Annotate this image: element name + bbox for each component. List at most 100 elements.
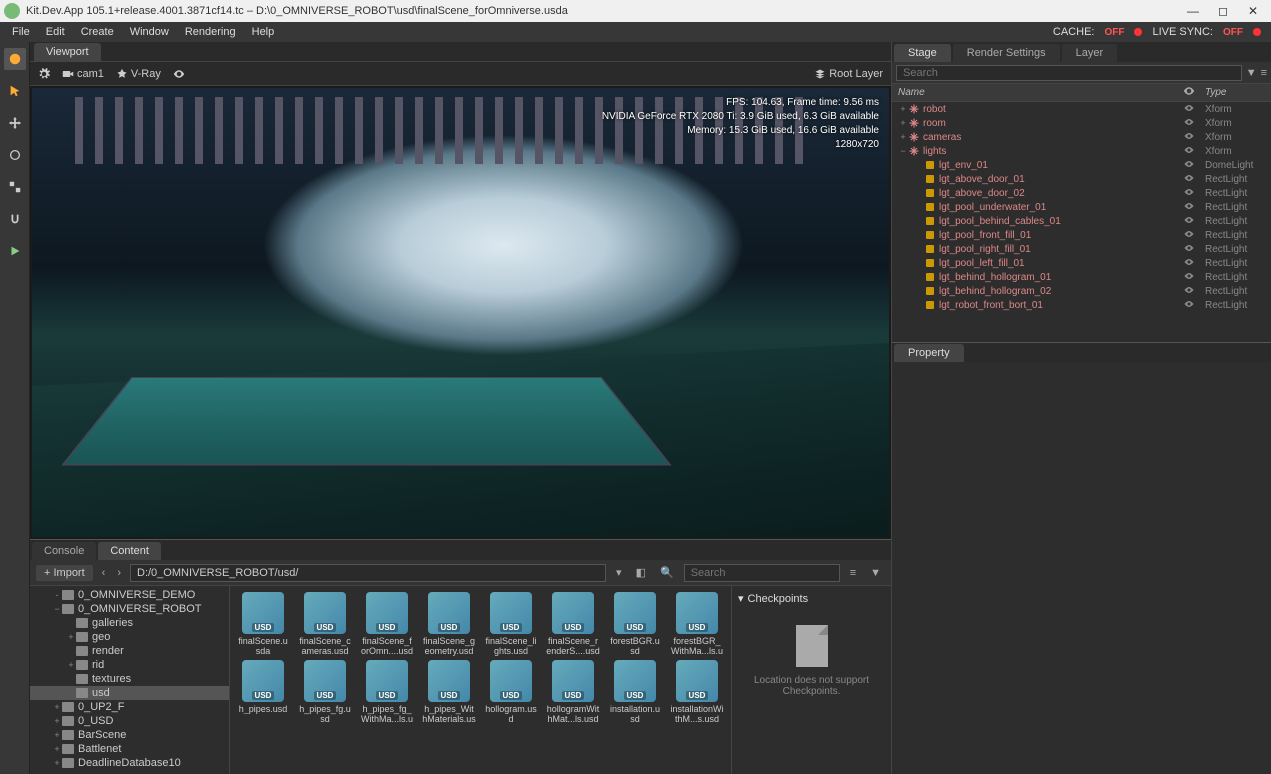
maximize-button[interactable]: ◻ bbox=[1209, 4, 1237, 18]
tab-console[interactable]: Console bbox=[32, 542, 96, 560]
file-item[interactable]: finalScene_forOmn....usda bbox=[360, 592, 414, 656]
folder-node[interactable]: +DeadlineDatabase10 bbox=[30, 756, 229, 770]
visibility-icon[interactable] bbox=[1183, 144, 1195, 156]
menu-help[interactable]: Help bbox=[244, 26, 283, 38]
file-item[interactable]: hollogram.usd bbox=[484, 660, 538, 724]
visibility-icon[interactable] bbox=[1183, 116, 1195, 128]
file-item[interactable]: finalScene_lights.usd bbox=[484, 592, 538, 656]
expand-icon[interactable]: + bbox=[52, 702, 62, 712]
folder-node[interactable]: +BarScene bbox=[30, 728, 229, 742]
visibility-icon[interactable] bbox=[173, 68, 185, 80]
stage-row[interactable]: +robotXform bbox=[892, 102, 1271, 116]
expand-icon[interactable]: + bbox=[898, 132, 908, 142]
stage-row[interactable]: lgt_behind_hollogram_02RectLight bbox=[892, 284, 1271, 298]
viewport[interactable]: FPS: 104.63, Frame time: 9.56 ms NVIDIA … bbox=[32, 88, 889, 537]
root-layer-button[interactable]: Root Layer bbox=[814, 68, 883, 80]
visibility-icon[interactable] bbox=[1183, 158, 1195, 170]
tab-property[interactable]: Property bbox=[894, 344, 964, 362]
expand-icon[interactable]: + bbox=[52, 758, 62, 768]
minimize-button[interactable]: — bbox=[1179, 4, 1207, 18]
visibility-icon[interactable] bbox=[1183, 270, 1195, 282]
scale-tool-icon[interactable] bbox=[4, 176, 26, 198]
folder-node[interactable]: −0_OMNIVERSE_ROBOT bbox=[30, 602, 229, 616]
nav-back-icon[interactable]: ‹ bbox=[99, 567, 109, 579]
folder-node[interactable]: +0_USD bbox=[30, 714, 229, 728]
close-button[interactable]: ✕ bbox=[1239, 4, 1267, 18]
visibility-icon[interactable] bbox=[1183, 130, 1195, 142]
collapse-icon[interactable]: ▾ bbox=[738, 592, 744, 605]
stage-row[interactable]: lgt_pool_right_fill_01RectLight bbox=[892, 242, 1271, 256]
visibility-icon[interactable] bbox=[1183, 256, 1195, 268]
expand-icon[interactable]: + bbox=[52, 730, 62, 740]
stage-row[interactable]: lgt_robot_front_bort_01RectLight bbox=[892, 298, 1271, 312]
folder-node[interactable]: +0_UP2_F bbox=[30, 700, 229, 714]
file-item[interactable]: forestBGR_WithMa...ls.usd bbox=[670, 592, 724, 656]
stage-options-icon[interactable]: ≡ bbox=[1261, 67, 1267, 79]
expand-icon[interactable]: + bbox=[898, 104, 908, 114]
stage-row[interactable]: lgt_behind_hollogram_01RectLight bbox=[892, 270, 1271, 284]
expand-icon[interactable]: − bbox=[52, 604, 62, 614]
visibility-icon[interactable] bbox=[1183, 284, 1195, 296]
file-item[interactable]: finalScene_geometry.usd bbox=[422, 592, 476, 656]
file-item[interactable]: finalScene.usda bbox=[236, 592, 290, 656]
stage-row[interactable]: lgt_pool_behind_cables_01RectLight bbox=[892, 214, 1271, 228]
stage-row[interactable]: lgt_pool_left_fill_01RectLight bbox=[892, 256, 1271, 270]
viewport-settings-icon[interactable] bbox=[38, 68, 50, 80]
tab-content[interactable]: Content bbox=[98, 542, 161, 560]
stage-row[interactable]: lgt_pool_front_fill_01RectLight bbox=[892, 228, 1271, 242]
folder-node[interactable]: textures bbox=[30, 672, 229, 686]
file-item[interactable]: h_pipes_fg_WithMa...ls.usd bbox=[360, 660, 414, 724]
file-item[interactable]: h_pipes_fg.usd bbox=[298, 660, 352, 724]
pointer-tool-icon[interactable] bbox=[4, 80, 26, 102]
path-input[interactable] bbox=[130, 564, 606, 582]
folder-node[interactable]: +geo bbox=[30, 630, 229, 644]
stage-hdr-name[interactable]: Name bbox=[892, 87, 1177, 98]
visibility-icon[interactable] bbox=[1183, 214, 1195, 226]
menu-window[interactable]: Window bbox=[122, 26, 177, 38]
filter-icon[interactable]: ▼ bbox=[866, 567, 885, 579]
livesync-status[interactable]: OFF bbox=[1223, 27, 1243, 38]
tab-stage[interactable]: Stage bbox=[894, 44, 951, 62]
expand-icon[interactable]: + bbox=[66, 632, 76, 642]
stage-filter-icon[interactable]: ▼ bbox=[1246, 67, 1257, 79]
bookmark-icon[interactable]: ◧ bbox=[632, 566, 650, 579]
camera-selector[interactable]: cam1 bbox=[62, 68, 104, 80]
stage-tree[interactable]: +robotXform+roomXform+camerasXform−light… bbox=[892, 102, 1271, 342]
file-item[interactable]: forestBGR.usd bbox=[608, 592, 662, 656]
cache-status[interactable]: OFF bbox=[1104, 27, 1124, 38]
stage-row[interactable]: −lightsXform bbox=[892, 144, 1271, 158]
visibility-icon[interactable] bbox=[1183, 102, 1195, 114]
folder-node[interactable]: render bbox=[30, 644, 229, 658]
snap-tool-icon[interactable] bbox=[4, 208, 26, 230]
visibility-icon[interactable] bbox=[1183, 242, 1195, 254]
rotate-tool-icon[interactable] bbox=[4, 144, 26, 166]
menu-create[interactable]: Create bbox=[73, 26, 122, 38]
view-options-icon[interactable]: ≡ bbox=[846, 567, 860, 579]
stage-row[interactable]: lgt_env_01DomeLight bbox=[892, 158, 1271, 172]
folder-node[interactable]: -0_OMNIVERSE_DEMO bbox=[30, 588, 229, 602]
expand-icon[interactable]: + bbox=[52, 716, 62, 726]
file-item[interactable]: finalScene_renderS....usd bbox=[546, 592, 600, 656]
nav-fwd-icon[interactable]: › bbox=[114, 567, 124, 579]
visibility-icon[interactable] bbox=[1183, 172, 1195, 184]
folder-node[interactable]: usd bbox=[30, 686, 229, 700]
move-tool-icon[interactable] bbox=[4, 112, 26, 134]
visibility-icon[interactable] bbox=[1183, 200, 1195, 212]
file-grid[interactable]: finalScene.usdafinalScene_cameras.usdfin… bbox=[230, 586, 731, 774]
folder-tree[interactable]: -0_OMNIVERSE_DEMO−0_OMNIVERSE_ROBOTgalle… bbox=[30, 586, 230, 774]
import-button[interactable]: + Import bbox=[36, 565, 93, 581]
tab-viewport[interactable]: Viewport bbox=[34, 43, 101, 61]
menu-rendering[interactable]: Rendering bbox=[177, 26, 244, 38]
stage-row[interactable]: lgt_above_door_01RectLight bbox=[892, 172, 1271, 186]
expand-icon[interactable]: - bbox=[52, 590, 62, 600]
stage-row[interactable]: +camerasXform bbox=[892, 130, 1271, 144]
expand-icon[interactable]: + bbox=[52, 744, 62, 754]
menu-file[interactable]: File bbox=[4, 26, 38, 38]
select-tool-icon[interactable] bbox=[4, 48, 26, 70]
folder-node[interactable]: +rid bbox=[30, 658, 229, 672]
tab-render-settings[interactable]: Render Settings bbox=[953, 44, 1060, 62]
stage-hdr-type[interactable]: Type bbox=[1201, 87, 1271, 98]
file-item[interactable]: installationWithM...s.usd bbox=[670, 660, 724, 724]
file-item[interactable]: hollogramWithMat...ls.usd bbox=[546, 660, 600, 724]
stage-search-input[interactable] bbox=[896, 65, 1242, 81]
